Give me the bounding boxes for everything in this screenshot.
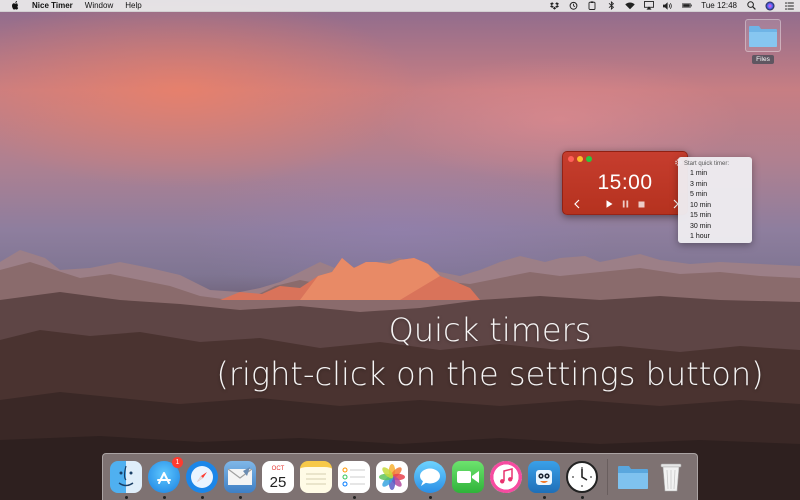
quick-timer-5-min[interactable]: 5 min <box>678 190 752 201</box>
caption-line-1: Quick timers <box>388 311 592 349</box>
calendar-day: 25 <box>270 474 287 491</box>
dock-messages[interactable] <box>412 459 448 499</box>
itunes-icon <box>490 461 522 493</box>
dock-tweetbot[interactable] <box>526 459 562 499</box>
quick-timer-30-min[interactable]: 30 min <box>678 222 752 233</box>
quick-timer-context-menu: Start quick timer: 1 min 3 min 5 min 10 … <box>678 157 752 243</box>
dock-photos[interactable] <box>374 459 410 495</box>
running-indicator <box>238 496 242 499</box>
timer-display: 15:00 <box>597 171 653 194</box>
running-indicator <box>162 496 166 499</box>
bluetooth-icon[interactable] <box>606 1 616 10</box>
wifi-icon[interactable] <box>625 1 635 10</box>
running-indicator <box>428 496 432 499</box>
quick-timer-10-min[interactable]: 10 min <box>678 201 752 212</box>
search-icon[interactable] <box>746 1 756 10</box>
running-indicator <box>200 496 204 499</box>
dropbox-icon[interactable] <box>549 1 559 10</box>
menu-bar: Nice Timer Window Help Tue 12:48 <box>0 0 800 12</box>
timer-icon[interactable] <box>568 1 578 10</box>
dock-mail[interactable] <box>222 459 258 499</box>
menu-app-name[interactable]: Nice Timer <box>32 0 73 12</box>
notes-icon <box>300 461 332 493</box>
desktop-item-label: Files <box>752 55 774 64</box>
siri-icon[interactable] <box>765 1 775 10</box>
volume-icon[interactable] <box>663 1 673 10</box>
clipboard-icon[interactable] <box>587 1 597 10</box>
dock-trash[interactable] <box>653 459 689 495</box>
airplay-icon[interactable] <box>644 1 655 10</box>
calendar-month: OCT <box>272 466 285 472</box>
menu-help[interactable]: Help <box>125 0 141 12</box>
quick-timer-1-hour[interactable]: 1 hour <box>678 232 752 243</box>
running-indicator <box>542 496 546 499</box>
running-indicator <box>580 496 584 499</box>
nice-timer-window[interactable]: 15:00 <box>562 151 688 215</box>
quick-timer-15-min[interactable]: 15 min <box>678 211 752 222</box>
calendar-icon: OCT 25 <box>262 461 294 493</box>
battery-icon[interactable] <box>682 1 692 10</box>
dock-safari[interactable] <box>184 459 220 499</box>
close-window-button[interactable] <box>568 156 574 162</box>
quick-timer-3-min[interactable]: 3 min <box>678 180 752 191</box>
quick-timer-1-min[interactable]: 1 min <box>678 169 752 180</box>
minimize-window-button[interactable] <box>577 156 583 162</box>
pause-icon[interactable] <box>619 198 631 210</box>
photos-icon <box>376 461 408 493</box>
tweetbot-icon <box>528 461 560 493</box>
dock-nice-timer[interactable] <box>564 459 600 499</box>
dock-facetime[interactable] <box>450 459 486 495</box>
stop-icon[interactable] <box>635 198 647 210</box>
facetime-icon <box>452 461 484 493</box>
zoom-window-button[interactable] <box>586 156 592 162</box>
dock-downloads-folder[interactable] <box>615 459 651 495</box>
dock-finder[interactable] <box>108 459 144 499</box>
dock-reminders[interactable] <box>336 459 372 499</box>
feature-caption: Quick timers (right-click on the setting… <box>190 308 790 396</box>
menu-bar-status-area: Tue 12:48 <box>549 1 794 10</box>
dock-notes[interactable] <box>298 459 334 495</box>
window-traffic-lights <box>568 156 592 162</box>
apple-menu-icon[interactable] <box>10 1 20 11</box>
dock-calendar[interactable]: OCT 25 <box>260 459 296 495</box>
downloads-folder-icon <box>617 461 649 493</box>
trash-icon <box>655 461 687 493</box>
timer-controls <box>563 198 687 210</box>
previous-chevron-icon[interactable] <box>571 198 583 210</box>
finder-icon <box>110 461 142 493</box>
menu-window[interactable]: Window <box>85 0 113 12</box>
folder-icon <box>745 19 781 52</box>
play-icon[interactable] <box>603 198 615 210</box>
caption-line-2: (right-click on the settings button) <box>216 355 764 393</box>
notification-badge: 1 <box>172 457 183 468</box>
reminders-icon <box>338 461 370 493</box>
desktop-wallpaper <box>0 0 800 500</box>
dock-itunes[interactable] <box>488 459 524 495</box>
context-menu-header: Start quick timer: <box>684 161 730 167</box>
nice-timer-icon <box>566 461 598 493</box>
messages-icon <box>414 461 446 493</box>
running-indicator <box>352 496 356 499</box>
mail-icon <box>224 461 256 493</box>
desktop-folder-files[interactable]: Files <box>743 19 783 64</box>
safari-icon <box>186 461 218 493</box>
running-indicator <box>124 496 128 499</box>
notification-center-icon[interactable] <box>784 1 794 10</box>
dock-separator <box>607 459 608 495</box>
dock-app-store[interactable]: 1 <box>146 457 183 499</box>
menu-bar-clock[interactable]: Tue 12:48 <box>701 1 737 10</box>
dock: 1 OCT 25 <box>102 453 698 500</box>
